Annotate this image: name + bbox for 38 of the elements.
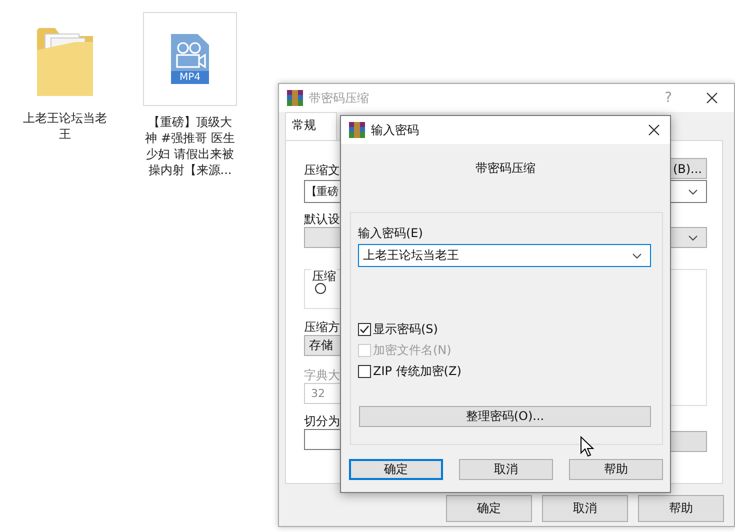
organize-passwords-button[interactable]: 整理密码(O)... [359, 406, 651, 427]
window-title: 带密码压缩 [309, 90, 369, 106]
chevron-icon [688, 234, 698, 240]
dialog-button[interactable]: 取消 [542, 495, 628, 522]
dialog-button[interactable]: 帮助 [638, 495, 724, 522]
field-label: 字典大 [304, 368, 340, 382]
checkbox-label[interactable]: 显示密码(S) [373, 320, 438, 338]
checkbox-label[interactable]: ZIP 传统加密(Z) [373, 362, 462, 380]
books-icon [349, 122, 365, 138]
dialog-button[interactable]: 确定 [446, 495, 532, 522]
field-label: 切分为 [304, 414, 340, 428]
dialog-button[interactable]: 取消 [459, 459, 553, 480]
close-icon[interactable] [706, 92, 718, 104]
dialog-button[interactable]: 帮助 [569, 459, 663, 480]
checkbox[interactable] [358, 322, 371, 336]
chevron-icon [688, 188, 698, 194]
file-type-label: MP4 [171, 71, 209, 84]
group-label: 压缩 [311, 269, 337, 283]
browse-button[interactable]: (B)... [669, 158, 707, 179]
mouse-cursor-icon [580, 436, 594, 457]
dialog-button[interactable]: 确定 [349, 459, 443, 480]
field-label: 压缩文 [304, 163, 340, 177]
field-label: 默认设 [304, 212, 340, 226]
file-name[interactable]: 上老王论坛当老王 [20, 110, 110, 142]
dialog-heading: 带密码压缩 [474, 160, 536, 177]
selection-highlight[interactable]: MP4 [143, 12, 237, 106]
video-camera-icon [174, 41, 206, 69]
chevron-icon [632, 252, 642, 258]
close-icon[interactable] [648, 124, 660, 136]
tab[interactable]: 常规 [285, 112, 337, 140]
field-label: 输入密码(E) [358, 226, 423, 240]
file-name[interactable]: 【重磅】顶级大神 #强推哥 医生少妇 请假出来被操内射【来源... [145, 114, 235, 178]
checkbox[interactable] [358, 364, 371, 378]
field-label: 压缩方 [304, 320, 340, 334]
password-combo[interactable]: 上老王论坛当老王 [358, 244, 651, 267]
dialog-title: 输入密码 [371, 122, 419, 138]
books-icon [287, 90, 303, 106]
radio-button[interactable] [315, 283, 326, 294]
